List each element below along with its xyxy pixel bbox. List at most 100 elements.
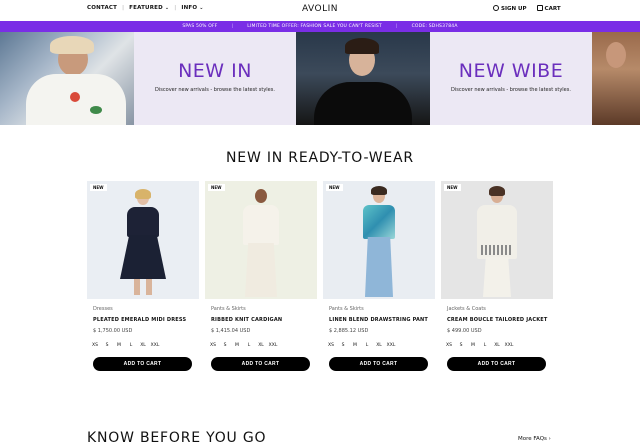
drawstring-pants xyxy=(365,237,393,297)
jacket-embellishment xyxy=(481,245,513,255)
size-option[interactable]: M xyxy=(467,340,479,350)
product-name[interactable]: CREAM BOUCLE TAILORED JACKET xyxy=(447,317,548,323)
new-badge: NEW xyxy=(90,184,107,191)
size-option[interactable]: XL xyxy=(255,340,267,350)
add-to-cart-button[interactable]: ADD TO CART xyxy=(93,357,192,371)
model-hair xyxy=(371,186,387,195)
product-price: $ 1,415.04 USD xyxy=(211,328,251,334)
size-option[interactable]: XS xyxy=(325,340,337,350)
hero-panel-new-in[interactable]: NEW IN Discover new arrivals - browse th… xyxy=(134,32,296,125)
size-option[interactable]: XL xyxy=(373,340,385,350)
promo-item-discount: SPAS 50% OFF xyxy=(182,24,218,29)
model-leg xyxy=(134,279,140,295)
hero-title: NEW IN xyxy=(178,60,252,82)
size-option[interactable]: XS xyxy=(443,340,455,350)
size-option[interactable]: S xyxy=(455,340,467,350)
cart-label: CART xyxy=(544,6,561,12)
dress-skirt xyxy=(120,235,166,279)
product-name[interactable]: RIBBED KNIT CARDIGAN xyxy=(211,317,282,323)
product-category: Pants & Skirts xyxy=(329,306,364,312)
size-option[interactable]: S xyxy=(337,340,349,350)
promo-item-offer: LIMITED TIME OFFER: FASHION SALE YOU CAN… xyxy=(247,24,382,29)
product-name[interactable]: PLEATED EMERALD MIDI DRESS xyxy=(93,317,186,323)
hero-photo-partial[interactable] xyxy=(592,32,640,125)
model-leg xyxy=(146,279,152,295)
model-head xyxy=(606,42,626,68)
size-option[interactable]: XXL xyxy=(149,340,161,350)
cart-link[interactable]: CART xyxy=(536,5,561,12)
nav-right: SIGN UP CART xyxy=(493,5,561,12)
product-price: $ 499.00 USD xyxy=(447,328,482,334)
size-option[interactable]: M xyxy=(231,340,243,350)
add-to-cart-button[interactable]: ADD TO CART xyxy=(329,357,428,371)
product-price: $ 2,885.12 USD xyxy=(329,328,369,334)
floral-print xyxy=(90,106,102,114)
hero-panel-new-wibe[interactable]: NEW WIBE Discover new arrivals - browse … xyxy=(430,32,592,125)
size-selector: XS S M L XL XXL xyxy=(207,340,279,350)
hero-banner: NEW IN Discover new arrivals - browse th… xyxy=(0,32,640,125)
model-dress xyxy=(314,82,412,125)
model-hair xyxy=(489,186,505,196)
size-option[interactable]: L xyxy=(125,340,137,350)
model-head xyxy=(255,189,267,203)
size-option[interactable]: XS xyxy=(89,340,101,350)
product-name[interactable]: LINEN BLEND DRAWSTRING PANT xyxy=(329,317,428,323)
sign-up-label: SIGN UP xyxy=(501,6,527,12)
size-option[interactable]: XXL xyxy=(503,340,515,350)
size-option[interactable]: XXL xyxy=(385,340,397,350)
size-selector: XS S M L XL XXL xyxy=(89,340,161,350)
product-category: Dresses xyxy=(93,306,113,312)
model-hair xyxy=(345,38,379,54)
product-card[interactable]: NEW Jackets & Coats CREAM BOUCLE TAILORE… xyxy=(441,181,553,373)
promo-item-code: CODE: SDHS3784A xyxy=(411,24,458,29)
new-badge: NEW xyxy=(326,184,343,191)
model-hair xyxy=(135,189,151,199)
size-selector: XS S M L XL XXL xyxy=(443,340,515,350)
trousers xyxy=(483,257,511,297)
size-option[interactable]: S xyxy=(101,340,113,350)
product-image[interactable]: NEW xyxy=(205,181,317,299)
promo-bar: SPAS 50% OFF | LIMITED TIME OFFER: FASHI… xyxy=(0,21,640,32)
size-option[interactable]: L xyxy=(243,340,255,350)
product-image[interactable]: NEW xyxy=(323,181,435,299)
user-icon xyxy=(493,5,499,11)
chevron-right-icon: › xyxy=(548,436,551,442)
more-faqs-label: More FAQs xyxy=(518,436,547,442)
hero-photo-model-floral[interactable] xyxy=(0,32,134,125)
product-image[interactable]: NEW xyxy=(87,181,199,299)
floral-print xyxy=(70,92,80,102)
model-hair xyxy=(50,36,94,54)
dress-top xyxy=(127,207,159,237)
section-title: NEW IN READY-TO-WEAR xyxy=(226,150,414,166)
size-option[interactable]: XS xyxy=(207,340,219,350)
size-option[interactable]: XL xyxy=(491,340,503,350)
pants xyxy=(245,243,277,297)
more-faqs-link[interactable]: More FAQs › xyxy=(518,436,551,442)
product-price: $ 1,750.00 USD xyxy=(93,328,133,334)
size-option[interactable]: M xyxy=(349,340,361,350)
size-option[interactable]: L xyxy=(361,340,373,350)
sign-up-link[interactable]: SIGN UP xyxy=(493,5,527,12)
size-option[interactable]: M xyxy=(113,340,125,350)
product-card[interactable]: NEW Pants & Skirts RIBBED KNIT CARDIGAN … xyxy=(205,181,317,373)
printed-top xyxy=(363,205,395,239)
product-image[interactable]: NEW xyxy=(441,181,553,299)
cardigan xyxy=(243,205,279,245)
new-badge: NEW xyxy=(208,184,225,191)
size-option[interactable]: XL xyxy=(137,340,149,350)
add-to-cart-button[interactable]: ADD TO CART xyxy=(211,357,310,371)
product-card[interactable]: NEW Pants & Skirts LINEN BLEND DRAWSTRIN… xyxy=(323,181,435,373)
size-option[interactable]: L xyxy=(479,340,491,350)
top-nav: CONTACT | FEATURED ⌄ | INFO ⌄ AVOLIN SIG… xyxy=(0,0,640,21)
hero-subtitle: Discover new arrivals - browse the lates… xyxy=(155,87,275,93)
product-card[interactable]: NEW Dresses PLEATED EMERALD MIDI DRESS $… xyxy=(87,181,199,373)
hero-photo-model-black[interactable] xyxy=(296,32,430,125)
promo-divider: | xyxy=(231,24,234,29)
add-to-cart-button[interactable]: ADD TO CART xyxy=(447,357,546,371)
promo-divider: | xyxy=(395,24,398,29)
size-option[interactable]: XXL xyxy=(267,340,279,350)
faq-section-title: KNOW BEFORE YOU GO xyxy=(87,430,267,446)
cart-icon xyxy=(536,5,543,11)
size-option[interactable]: S xyxy=(219,340,231,350)
new-badge: NEW xyxy=(444,184,461,191)
